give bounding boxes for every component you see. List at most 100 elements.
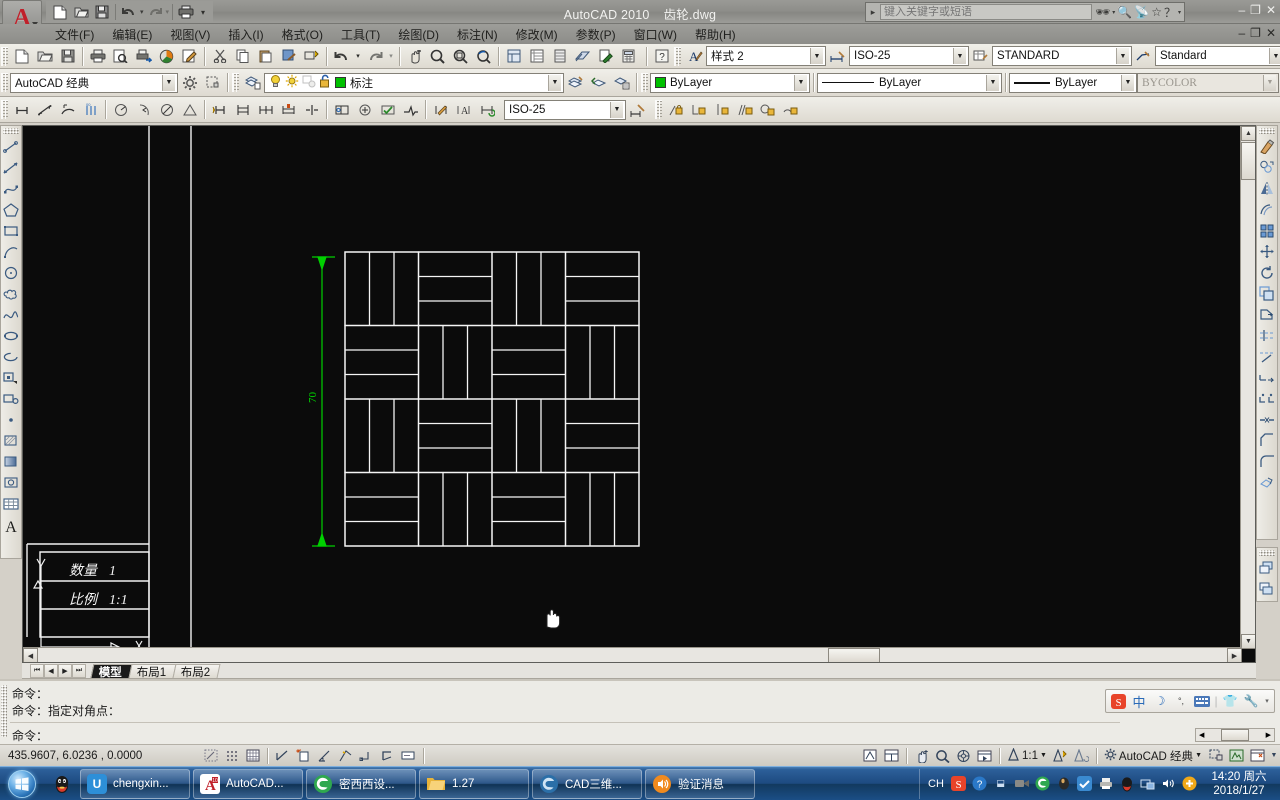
3d-object-snap-icon[interactable] xyxy=(335,746,356,765)
styles-toolbar-grip[interactable] xyxy=(674,46,681,66)
star-icon[interactable]: ☆ xyxy=(1151,5,1162,19)
circle-icon[interactable] xyxy=(1,262,21,283)
trim-icon[interactable] xyxy=(1257,325,1277,346)
mleader-style-icon[interactable] xyxy=(1132,45,1155,67)
command-window[interactable]: 命令： 命令：指定对角点： 命令： S 中 ☽ °, | 👕 🔧 ▾ ◀ ▶ xyxy=(0,679,1280,744)
ortho-mode-icon[interactable] xyxy=(272,746,293,765)
auto-constrain-icon[interactable] xyxy=(664,99,687,121)
dimension-toolbar-grip[interactable] xyxy=(1,100,8,119)
qat-dropdown-icon[interactable]: ▾ xyxy=(197,2,209,22)
lock-toolbar-icon[interactable] xyxy=(201,72,224,94)
new-file-icon[interactable] xyxy=(50,2,70,22)
doc-minimize-button[interactable]: – xyxy=(1238,26,1245,40)
command-prompt[interactable]: 命令： xyxy=(12,727,48,744)
search-caret-icon[interactable]: ▸ xyxy=(866,7,880,18)
model-space-icon[interactable] xyxy=(860,746,881,765)
skin-icon[interactable]: 👕 xyxy=(1221,692,1239,710)
std-save-icon[interactable] xyxy=(56,45,79,67)
color-dropdown[interactable]: ByLayer ▼ xyxy=(650,72,810,93)
layers-toolbar-grip[interactable] xyxy=(232,73,239,92)
zoom-status-icon[interactable] xyxy=(932,746,953,765)
std-redo-icon[interactable] xyxy=(363,45,386,67)
erase-icon[interactable] xyxy=(1257,136,1277,157)
workspace-switch-group[interactable]: AutoCAD 经典 ▼ xyxy=(1101,748,1205,764)
maximize-button[interactable]: ❐ xyxy=(1250,3,1261,17)
workspace-dropdown[interactable]: AutoCAD 经典 ▼ xyxy=(10,72,178,93)
make-block-icon[interactable] xyxy=(1,388,21,409)
coordinate-display[interactable]: 435.9607, 6.0236 , 0.0000 xyxy=(0,750,200,762)
satellite-icon[interactable]: 📡 xyxy=(1134,5,1149,19)
taskbar-clock[interactable]: 14:20 周六 2018/1/27 xyxy=(1204,770,1280,798)
unlock-icon[interactable] xyxy=(319,74,331,91)
qq-tray-icon[interactable] xyxy=(1118,775,1135,792)
std-toolpalettes-icon[interactable] xyxy=(548,45,571,67)
moon-icon[interactable]: ☽ xyxy=(1151,692,1169,710)
baseline-dim-icon[interactable] xyxy=(231,99,254,121)
cmd-scroll-left[interactable]: ◀ xyxy=(1196,731,1207,739)
fillet-icon[interactable] xyxy=(1257,451,1277,472)
search-dropdown-icon[interactable]: ▾ xyxy=(1112,9,1115,16)
ime-expand-icon[interactable]: ▾ xyxy=(1263,692,1271,710)
layer-state-icon[interactable] xyxy=(610,72,633,94)
std-3dprint-icon[interactable] xyxy=(155,45,178,67)
draworder-back-icon[interactable] xyxy=(1257,579,1277,600)
spline-icon[interactable] xyxy=(1,304,21,325)
offset-icon[interactable] xyxy=(1257,199,1277,220)
sun-icon[interactable] xyxy=(285,74,299,91)
wrench-icon[interactable]: 🔍 xyxy=(1117,5,1132,19)
pan-status-icon[interactable] xyxy=(911,746,932,765)
annotation-scale-group[interactable]: 1:1 ▼ xyxy=(1004,746,1050,764)
search-input[interactable] xyxy=(880,4,1093,20)
qq-icon[interactable] xyxy=(52,774,72,794)
std-designcenter-icon[interactable] xyxy=(525,45,548,67)
tray-language-indicator[interactable]: CH xyxy=(926,775,946,792)
workspace-toolbar-grip[interactable] xyxy=(1,73,8,92)
quick-dim-icon[interactable] xyxy=(208,99,231,121)
array-icon[interactable] xyxy=(1257,220,1277,241)
dim-style-dropdown[interactable]: ISO-25 ▼ xyxy=(849,46,969,66)
make-layer-current-icon[interactable] xyxy=(564,72,587,94)
dynamic-input-icon[interactable] xyxy=(398,746,419,765)
help-small-icon[interactable]: ? xyxy=(650,45,673,67)
command-window-grip[interactable] xyxy=(1,685,7,737)
clean-screen-icon[interactable] xyxy=(1247,746,1268,765)
help-dropdown-icon[interactable]: ▾ xyxy=(1178,9,1181,16)
tab-nav-next[interactable]: ▶ xyxy=(58,663,72,678)
tab-nav-prev[interactable]: ◀ xyxy=(44,663,58,678)
close-button[interactable]: ✕ xyxy=(1266,3,1276,17)
gear-icon[interactable] xyxy=(178,72,201,94)
layer-properties-icon[interactable] xyxy=(241,72,264,94)
std-markupset-icon[interactable] xyxy=(594,45,617,67)
annotation-scale-value[interactable]: 1:1 xyxy=(1022,750,1038,762)
move-icon[interactable] xyxy=(1257,241,1277,262)
steering-wheel-icon[interactable] xyxy=(953,746,974,765)
join-icon[interactable] xyxy=(1257,409,1277,430)
taskbar-item-message[interactable]: 验证消息 xyxy=(645,768,755,799)
std-blockeditor-icon[interactable] xyxy=(300,45,323,67)
chevron-down-icon[interactable]: ▼ xyxy=(1121,74,1134,91)
std-plot-icon[interactable] xyxy=(86,45,109,67)
auto-scale-icon[interactable] xyxy=(1071,746,1092,765)
showmotion-icon[interactable] xyxy=(974,746,995,765)
tab-layout2[interactable]: 布局2 xyxy=(172,663,222,678)
std-redo-dropdown-icon[interactable]: ▾ xyxy=(386,45,396,67)
menu-file[interactable]: 文件(F) xyxy=(46,25,103,44)
open-file-icon[interactable] xyxy=(71,2,91,22)
scroll-down-button[interactable]: ▼ xyxy=(1241,634,1255,649)
insert-block-icon[interactable] xyxy=(1,367,21,388)
diameter-dim-icon[interactable] xyxy=(155,99,178,121)
menu-help[interactable]: 帮助(H) xyxy=(686,25,745,44)
menu-edit[interactable]: 编辑(E) xyxy=(103,25,161,44)
hardware-accel-icon[interactable] xyxy=(1226,746,1247,765)
menu-dimension[interactable]: 标注(N) xyxy=(448,25,507,44)
angular-dim-icon[interactable] xyxy=(178,99,201,121)
quick-view-layouts-icon[interactable] xyxy=(881,746,902,765)
chevron-down-icon[interactable]: ▼ xyxy=(610,101,623,118)
dimspace-icon[interactable] xyxy=(277,99,300,121)
menu-tools[interactable]: 工具(T) xyxy=(332,25,389,44)
chevron-down-icon[interactable]: ▼ xyxy=(986,74,999,91)
help-icon[interactable]: ？ xyxy=(1164,4,1176,21)
workspace-status-label[interactable]: AutoCAD 经典 xyxy=(1119,748,1193,764)
plot-icon[interactable] xyxy=(176,2,196,22)
layer-dropdown[interactable]: 标注 ▼ xyxy=(264,72,564,93)
